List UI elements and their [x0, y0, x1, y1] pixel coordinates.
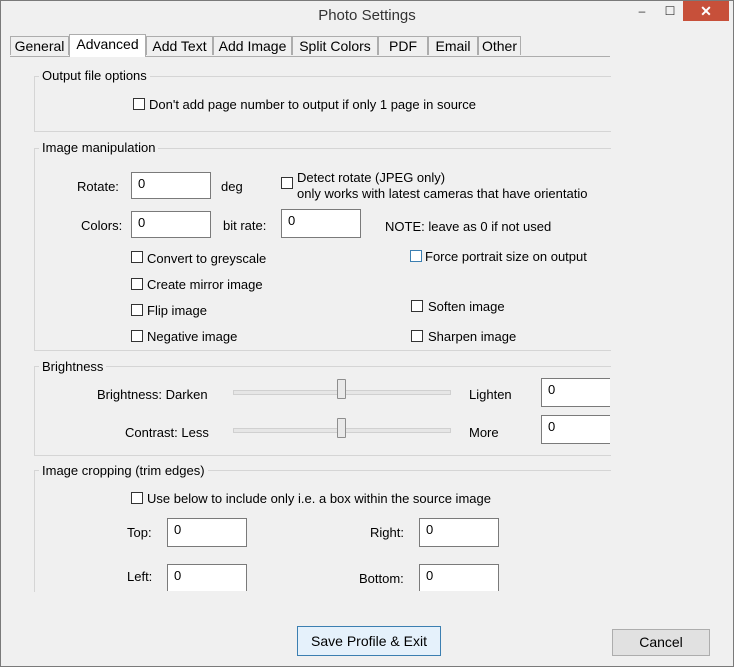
bottom-label: Bottom: [359, 571, 404, 586]
deg-label: deg [221, 179, 243, 194]
bit-rate-input[interactable]: 0 [281, 209, 361, 238]
no-page-number-checkbox[interactable] [133, 98, 145, 110]
save-profile-exit-button[interactable]: Save Profile & Exit [297, 626, 441, 656]
output-options-label: Output file options [39, 68, 150, 83]
left-input[interactable]: 0 [167, 564, 247, 591]
tab-pdf[interactable]: PDF [378, 36, 428, 55]
flip-label: Flip image [147, 303, 207, 318]
brightness-group [34, 366, 611, 456]
detect-rotate-checkbox[interactable] [281, 177, 293, 189]
mirror-label: Create mirror image [147, 277, 263, 292]
contrast-slider-thumb[interactable] [337, 418, 346, 438]
sharpen-label: Sharpen image [428, 329, 517, 344]
brightness-label: Brightness [39, 359, 107, 374]
tab-email[interactable]: Email [428, 36, 478, 55]
greyscale-label: Convert to greyscale [147, 251, 267, 266]
rotate-label: Rotate: [77, 179, 119, 194]
close-button[interactable]: ✕ [683, 1, 729, 21]
lighten-label: Lighten [469, 387, 512, 402]
colors-input[interactable]: 0 [131, 211, 211, 238]
force-portrait-checkbox[interactable] [410, 250, 422, 262]
greyscale-checkbox[interactable] [131, 251, 143, 263]
left-label: Left: [127, 569, 153, 584]
negative-label: Negative image [147, 329, 238, 344]
detect-rotate-label: Detect rotate (JPEG only) [297, 170, 446, 185]
minimize-button[interactable]: – [628, 1, 656, 21]
maximize-button[interactable]: ☐ [656, 1, 684, 21]
tab-advanced[interactable]: Advanced [69, 34, 146, 57]
tab-add-image[interactable]: Add Image [213, 36, 292, 55]
tab-general[interactable]: General [10, 36, 69, 55]
mirror-checkbox[interactable] [131, 278, 143, 290]
bit-rate-label: bit rate: [223, 218, 267, 233]
photo-settings-window: Photo Settings – ☐ ✕ General Advanced Ad… [0, 0, 734, 667]
use-box-label: Use below to include only i.e. a box wit… [147, 491, 491, 506]
negative-checkbox[interactable] [131, 330, 143, 342]
close-icon: ✕ [700, 3, 712, 19]
colors-label: Colors: [81, 218, 123, 233]
image-cropping-group [34, 470, 611, 592]
zero-note: NOTE: leave as 0 if not used [385, 219, 552, 234]
force-portrait-label: Force portrait size on output [425, 249, 587, 264]
bottom-input[interactable]: 0 [419, 564, 499, 591]
cancel-button[interactable]: Cancel [612, 629, 710, 656]
rotate-input[interactable]: 0 [131, 172, 211, 199]
image-manipulation-label: Image manipulation [39, 140, 159, 155]
detect-rotate-note: only works with latest cameras that have… [297, 186, 588, 201]
contrast-input[interactable]: 0 [541, 415, 610, 444]
darken-label: Brightness: Darken [97, 387, 208, 402]
right-label: Right: [370, 525, 404, 540]
brightness-slider-thumb[interactable] [337, 379, 346, 399]
use-box-checkbox[interactable] [131, 492, 143, 504]
image-cropping-label: Image cropping (trim edges) [39, 463, 208, 478]
tab-add-text[interactable]: Add Text [146, 36, 213, 55]
top-label: Top: [127, 525, 152, 540]
soften-label: Soften image [428, 299, 505, 314]
soften-checkbox[interactable] [411, 300, 423, 312]
tab-other[interactable]: Other [478, 36, 521, 55]
sharpen-checkbox[interactable] [411, 330, 423, 342]
tab-split-colors[interactable]: Split Colors [292, 36, 378, 55]
flip-checkbox[interactable] [131, 304, 143, 316]
top-input[interactable]: 0 [167, 518, 247, 547]
title-bar: Photo Settings – ☐ ✕ [1, 1, 733, 32]
contrast-less-label: Contrast: Less [125, 425, 209, 440]
no-page-number-label: Don't add page number to output if only … [149, 97, 476, 112]
right-input[interactable]: 0 [419, 518, 499, 547]
window-title: Photo Settings [318, 7, 416, 24]
more-label: More [469, 425, 499, 440]
brightness-input[interactable]: 0 [541, 378, 610, 407]
